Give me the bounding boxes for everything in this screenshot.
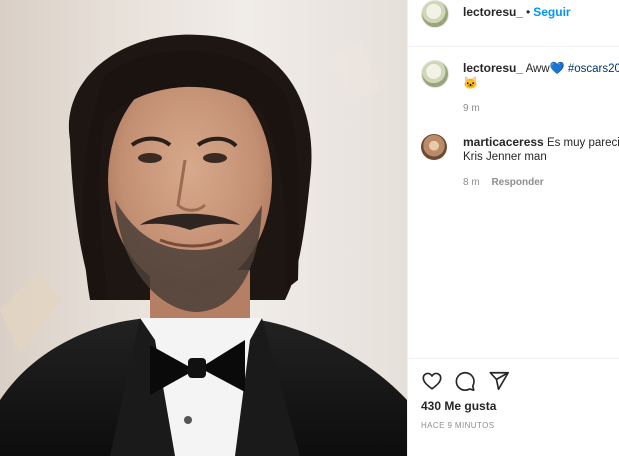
comment-line2: Kris Jenner man <box>463 149 547 165</box>
post-timestamp[interactable]: HACE 9 MINUTOS <box>421 421 494 430</box>
caption-body: Aww <box>525 63 550 75</box>
comment-body: Es muy parecido a <box>546 137 619 149</box>
blue-heart-emoji: 💙 <box>549 61 565 75</box>
post-actions: 430 Me gusta HACE 9 MINUTOS <box>408 358 619 456</box>
post-image[interactable] <box>0 0 407 456</box>
share-icon[interactable] <box>488 370 510 392</box>
caption-text: lectoresu_ Aww💙 #oscars2020 <box>463 60 619 77</box>
author-username[interactable]: lectoresu_ <box>463 5 523 19</box>
post-header: lectoresu_ • Seguir <box>408 0 619 47</box>
post-photo-drawing <box>0 34 407 456</box>
author-avatar[interactable] <box>421 0 449 28</box>
commenter-username[interactable]: marticaceress <box>463 135 544 149</box>
follow-button[interactable]: Seguir <box>533 5 570 19</box>
cat-emoji: 🐱 <box>463 76 478 90</box>
caption-username[interactable]: lectoresu_ <box>463 61 523 75</box>
comment-time[interactable]: 8 m <box>463 177 480 188</box>
reply-button[interactable]: Responder <box>491 177 543 188</box>
caption-line2: 🐱 <box>463 75 478 92</box>
comment-icon[interactable] <box>454 370 476 392</box>
comment-meta: 8 m Responder <box>463 177 544 188</box>
like-count[interactable]: 430 Me gusta <box>421 399 496 413</box>
commenter-avatar[interactable] <box>421 134 447 160</box>
separator-dot: • <box>526 5 531 19</box>
caption-time[interactable]: 9 m <box>463 103 480 114</box>
author-line: lectoresu_ • Seguir <box>463 5 571 19</box>
comment-body-line2: Kris Jenner man <box>463 151 547 163</box>
post-side-panel: lectoresu_ • Seguir lectoresu_ Aww💙 #oscar… <box>407 0 619 456</box>
heart-icon[interactable] <box>421 370 443 392</box>
caption-avatar[interactable] <box>421 60 449 88</box>
caption-meta: 9 m <box>463 103 480 114</box>
hashtag-link[interactable]: #oscars2020 <box>568 63 619 75</box>
